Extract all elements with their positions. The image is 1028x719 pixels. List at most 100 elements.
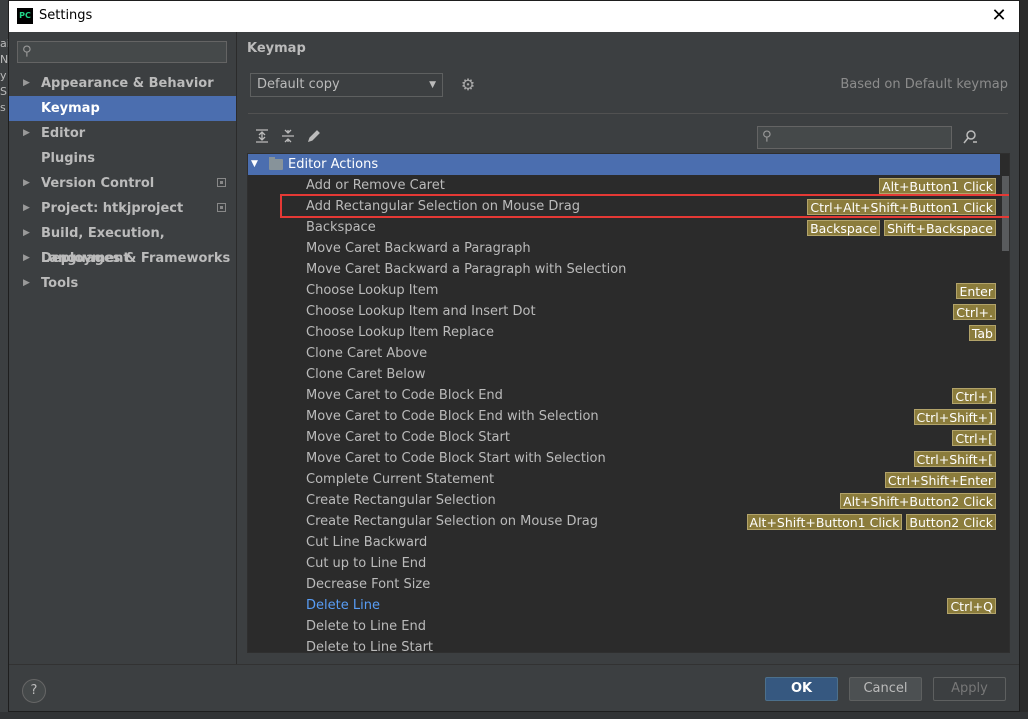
shortcut-badge: Ctrl+Shift+[ xyxy=(913,450,996,467)
sidebar-item[interactable]: Plugins xyxy=(9,146,236,171)
action-name: Clone Caret Below xyxy=(306,367,426,382)
shortcut-badge: Ctrl+. xyxy=(953,303,996,320)
shortcut-badge: Ctrl+[ xyxy=(952,429,996,446)
shortcut-list: Ctrl+Shift+Enter xyxy=(884,469,996,490)
tree-group-editor-actions[interactable]: ▼ Editor Actions xyxy=(248,154,1000,175)
action-name: Create Rectangular Selection xyxy=(306,493,496,508)
shortcut-badge: Ctrl+] xyxy=(952,387,996,404)
settings-search-field[interactable]: ⚲ xyxy=(17,41,227,63)
search-icon: ⚲ xyxy=(762,129,772,144)
action-name: Decrease Font Size xyxy=(306,577,431,592)
shortcut-list: Ctrl+Shift+] xyxy=(913,406,996,427)
shortcut-badge: Button2 Click xyxy=(906,513,996,530)
expand-all-icon[interactable] xyxy=(253,129,271,147)
chevron-right-icon[interactable]: ▶ xyxy=(23,121,30,146)
keymap-action-row[interactable]: Move Caret to Code Block End Ctrl+] xyxy=(248,385,1000,406)
action-name: Cut up to Line End xyxy=(306,556,427,571)
close-icon[interactable]: ✕ xyxy=(987,5,1011,27)
sidebar-item-label: Project: htkjproject xyxy=(41,201,184,216)
keymap-action-row[interactable]: Cut up to Line End xyxy=(248,553,1000,574)
chevron-right-icon[interactable]: ▶ xyxy=(23,71,30,96)
window-title: Settings xyxy=(39,8,93,23)
keymap-action-row[interactable]: Add Rectangular Selection on Mouse Drag C… xyxy=(248,196,1000,217)
keymap-action-row[interactable]: Choose Lookup Item Replace Tab xyxy=(248,322,1000,343)
keymap-action-row[interactable]: Create Rectangular Selection on Mouse Dr… xyxy=(248,511,1000,532)
action-name: Choose Lookup Item xyxy=(306,283,439,298)
shortcut-badge: Tab xyxy=(968,324,996,341)
keymap-action-row[interactable]: Clone Caret Below xyxy=(248,364,1000,385)
action-name: Add Rectangular Selection on Mouse Drag xyxy=(306,199,580,214)
shortcut-badge: Ctrl+Alt+Shift+Button1 Click xyxy=(807,198,996,215)
shortcut-list: Tab xyxy=(968,322,996,343)
sidebar-item[interactable]: ▶ Tools xyxy=(9,271,236,296)
pycharm-app-icon: PC xyxy=(17,8,33,24)
keymap-action-row[interactable]: Cut Line Backward xyxy=(248,532,1000,553)
chevron-right-icon[interactable]: ▶ xyxy=(23,171,30,196)
help-button[interactable]: ? xyxy=(22,679,46,703)
background-text: aiNySs xyxy=(0,37,8,114)
based-on-label: Based on Default keymap xyxy=(840,77,1008,92)
sidebar-item-label: Appearance & Behavior xyxy=(41,76,214,91)
sidebar-item[interactable]: ▶ Build, Execution, Deployment xyxy=(9,221,236,266)
chevron-right-icon[interactable]: ▶ xyxy=(23,246,30,271)
keymap-action-row[interactable]: Clone Caret Above xyxy=(248,343,1000,364)
scrollbar[interactable] xyxy=(1001,154,1009,652)
settings-dialog: PC Settings ✕ ⚲ ▶ Appearance & Behavior Ke… xyxy=(8,0,1020,712)
action-name: Delete to Line Start xyxy=(306,640,434,653)
ok-button[interactable]: OK xyxy=(765,677,838,701)
collapse-all-icon[interactable] xyxy=(279,129,297,147)
action-name: Move Caret to Code Block End xyxy=(306,388,503,403)
folder-icon xyxy=(269,157,283,170)
sidebar-item[interactable]: Keymap xyxy=(9,96,236,121)
action-name: Clone Caret Above xyxy=(306,346,428,361)
footer-divider xyxy=(9,664,1019,665)
apply-button[interactable]: Apply xyxy=(933,677,1006,701)
background-taskbar xyxy=(0,712,1028,719)
shortcut-list: Alt+Shift+Button1 Click Button2 Click xyxy=(746,511,996,532)
pencil-icon[interactable] xyxy=(305,129,323,147)
keymap-dropdown[interactable]: Default copy ▼ xyxy=(250,73,443,97)
keymap-action-row[interactable]: Move Caret to Code Block Start with Sele… xyxy=(248,448,1000,469)
keymap-action-row[interactable]: Delete to Line End xyxy=(248,616,1000,637)
keymap-search-input[interactable] xyxy=(782,128,951,148)
chevron-down-icon: ▼ xyxy=(429,80,436,90)
action-name: Complete Current Statement xyxy=(306,472,495,487)
keymap-search-field[interactable]: ⚲ xyxy=(757,126,952,149)
sidebar-item[interactable]: ▶ Languages & Frameworks xyxy=(9,246,236,271)
settings-search-input[interactable] xyxy=(42,43,226,63)
keymap-action-row[interactable]: Backspace Backspace Shift+Backspace xyxy=(248,217,1000,238)
keymap-action-row[interactable]: Delete Line Ctrl+Q xyxy=(248,595,1000,616)
keymap-action-row[interactable]: Move Caret Backward a Paragraph xyxy=(248,238,1000,259)
scrollbar-thumb[interactable] xyxy=(1002,176,1009,251)
chevron-right-icon[interactable]: ▶ xyxy=(23,271,30,296)
gear-icon[interactable]: ⚙ xyxy=(459,76,477,94)
keymap-action-row[interactable]: Delete to Line Start xyxy=(248,637,1000,653)
keymap-action-row[interactable]: Choose Lookup Item Enter xyxy=(248,280,1000,301)
chevron-down-icon[interactable]: ▼ xyxy=(251,154,258,175)
action-name: Delete Line xyxy=(306,598,380,613)
sidebar-item[interactable]: ▶ Project: htkjproject xyxy=(9,196,236,221)
chevron-right-icon[interactable]: ▶ xyxy=(23,196,30,221)
action-name: Add or Remove Caret xyxy=(306,178,445,193)
keymap-action-row[interactable]: Add or Remove Caret Alt+Button1 Click xyxy=(248,175,1000,196)
action-name: Move Caret to Code Block Start with Sele… xyxy=(306,451,606,466)
chevron-right-icon[interactable]: ▶ xyxy=(23,221,30,246)
sidebar-item[interactable]: ▶ Version Control xyxy=(9,171,236,196)
shortcut-badge: Alt+Shift+Button1 Click xyxy=(746,513,903,530)
keymap-action-row[interactable]: Move Caret to Code Block Start Ctrl+[ xyxy=(248,427,1000,448)
shortcut-list: Ctrl+Shift+[ xyxy=(913,448,996,469)
keymap-action-row[interactable]: Move Caret to Code Block End with Select… xyxy=(248,406,1000,427)
search-icon: ⚲ xyxy=(22,44,32,59)
find-shortcut-icon[interactable] xyxy=(960,129,980,147)
shortcut-list: Ctrl+] xyxy=(952,385,996,406)
keymap-action-row[interactable]: Decrease Font Size xyxy=(248,574,1000,595)
keymap-action-row[interactable]: Complete Current Statement Ctrl+Shift+Ent… xyxy=(248,469,1000,490)
keymap-action-row[interactable]: Create Rectangular Selection Alt+Shift+Bu… xyxy=(248,490,1000,511)
sidebar-item[interactable]: ▶ Editor xyxy=(9,121,236,146)
action-name: Move Caret to Code Block End with Select… xyxy=(306,409,599,424)
keymap-action-row[interactable]: Move Caret Backward a Paragraph with Sel… xyxy=(248,259,1000,280)
sidebar-item[interactable]: ▶ Appearance & Behavior xyxy=(9,71,236,96)
cancel-button[interactable]: Cancel xyxy=(849,677,922,701)
keymap-action-row[interactable]: Choose Lookup Item and Insert Dot Ctrl+. xyxy=(248,301,1000,322)
settings-sidebar: ⚲ ▶ Appearance & Behavior Keymap ▶ Editor Plu… xyxy=(9,32,237,664)
